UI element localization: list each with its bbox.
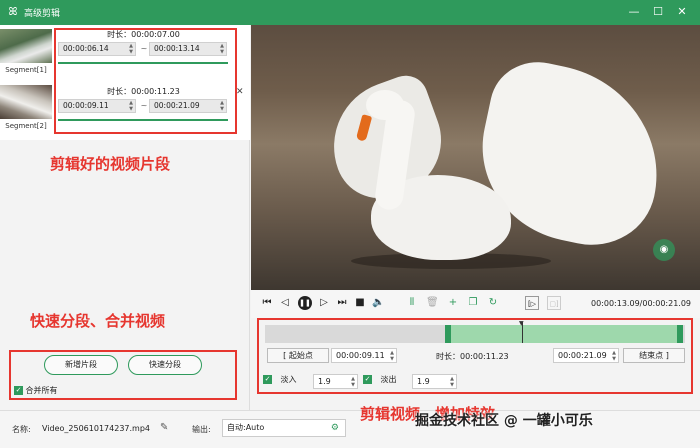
annotation-box-edit (257, 318, 693, 394)
close-button[interactable]: ✕ (674, 4, 690, 20)
volume-icon[interactable]: 🔈 (372, 296, 384, 310)
output-label: 输出: (192, 425, 211, 434)
reset-icon[interactable]: ↻ (487, 296, 499, 310)
add-icon[interactable]: + (447, 296, 459, 310)
annotation-box-clips (54, 28, 237, 134)
merge-all-checkbox[interactable]: ✓ 合并所有 (14, 385, 58, 396)
left-panel: Segment[1] Segment[2] 时长：00:00:07.00 00:… (0, 25, 250, 410)
skip-end-icon[interactable]: ⏭ (336, 296, 348, 310)
skip-start-icon[interactable]: ⏮ (261, 296, 273, 310)
file-name-field[interactable]: Video_250610174237.mp4 (38, 420, 173, 437)
segment-1-preview-image (0, 29, 52, 63)
app-logo-icon: ꕤ (8, 5, 18, 18)
maximize-button[interactable]: ☐ (650, 4, 666, 20)
segment-2-label: Segment[2] (5, 122, 47, 130)
settings-gear-icon[interactable]: ⚙ (331, 420, 339, 436)
quick-split-button[interactable]: 快速分段 (128, 355, 202, 375)
watermark: 掘金技术社区 @ 一罐小可乐 (415, 413, 593, 429)
name-label: 名称: (12, 425, 31, 434)
annotation-split: 快速分段、合并视频 (30, 312, 166, 330)
player-controls: ⏮ ◁ ❚❚ ▷ ⏭ ■ 🔈 ⫴ 🗑 + ❐ ↻ [▷ ▢] 00:00:13.… (251, 290, 700, 318)
video-preview[interactable]: ◉ (251, 25, 700, 290)
checkbox-checked-icon: ✓ (14, 386, 23, 395)
remove-segment-icon[interactable]: ✕ (236, 87, 244, 97)
edit-pencil-icon[interactable]: ✎ (160, 422, 168, 433)
title-bar: ꕤ 高级剪辑 — ☐ ✕ (0, 0, 700, 25)
segment-2-preview-image (0, 85, 52, 119)
delete-icon[interactable]: 🗑 (426, 296, 439, 310)
stop-icon[interactable]: ■ (354, 296, 366, 310)
bottom-bar: 名称: Video_250610174237.mp4 ✎ 输出: 自动:Auto… (0, 410, 700, 448)
preview-overlay-icon[interactable]: ◉ (653, 239, 675, 261)
add-segment-button[interactable]: 新增片段 (44, 355, 118, 375)
output-select[interactable]: 自动:Auto ⚙ (222, 419, 346, 437)
mark-out-icon[interactable]: ▢] (547, 296, 561, 310)
segment-1-label: Segment[1] (5, 66, 47, 74)
step-back-icon[interactable]: ◁ (279, 296, 291, 310)
minimize-button[interactable]: — (626, 4, 642, 20)
mark-in-icon[interactable]: [▷ (525, 296, 539, 310)
split-icon[interactable]: ⫴ (406, 296, 418, 310)
playback-timecode: 00:00:13.09/00:00:21.09 (591, 299, 691, 308)
swan-head (366, 90, 404, 120)
copy-icon[interactable]: ❐ (467, 296, 479, 310)
segment-thumbnail-2[interactable]: Segment[2] (0, 85, 52, 130)
step-forward-icon[interactable]: ▷ (318, 296, 330, 310)
annotation-clips: 剪辑好的视频片段 (50, 155, 171, 173)
window-title: 高级剪辑 (24, 9, 61, 19)
pause-icon[interactable]: ❚❚ (298, 296, 312, 310)
segment-thumbnail-1[interactable]: Segment[1] (0, 29, 52, 74)
